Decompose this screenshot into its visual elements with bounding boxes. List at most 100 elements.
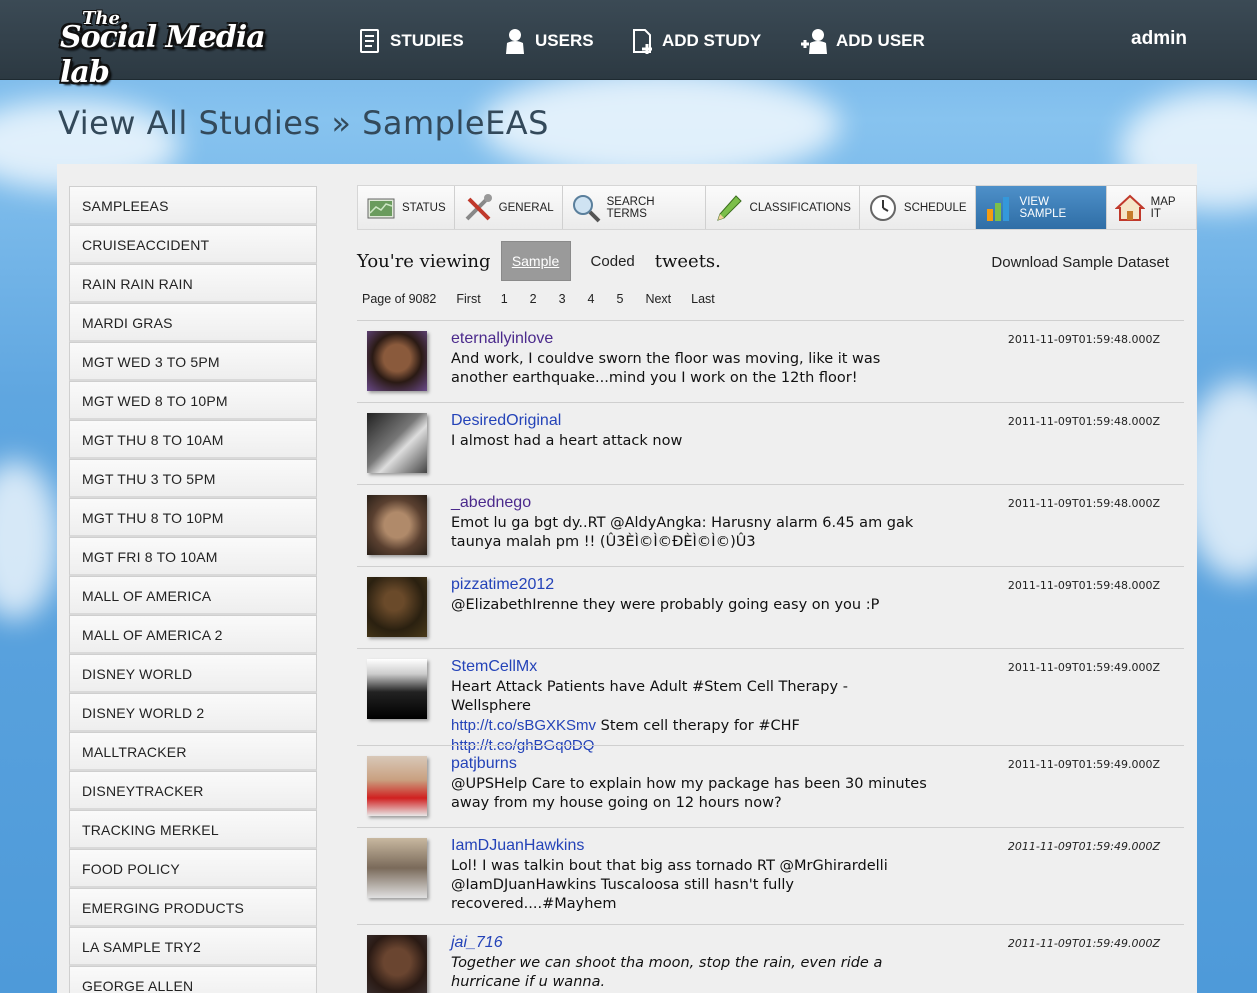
tweet-timestamp: 2011-11-09T01:59:48.000Z xyxy=(1007,415,1160,428)
add-user-icon xyxy=(801,29,827,54)
tweet-username[interactable]: DesiredOriginal xyxy=(451,412,561,430)
pager-first[interactable]: First xyxy=(456,292,480,306)
tweet-text-part: Stem cell therapy for #CHF xyxy=(596,718,800,734)
avatar[interactable] xyxy=(367,935,427,993)
avatar[interactable] xyxy=(367,331,427,391)
sidebar-item-mardi-gras[interactable]: MARDI GRAS xyxy=(69,303,317,342)
pager-last[interactable]: Last xyxy=(691,292,715,306)
tab-view-sample-label: VIEW SAMPLE xyxy=(1019,195,1067,220)
chart-icon xyxy=(367,198,395,218)
main-panel: SAMPLEEAS CRUISEACCIDENT RAIN RAIN RAIN … xyxy=(57,164,1197,993)
tab-view-sample[interactable]: VIEW SAMPLE xyxy=(975,186,1107,229)
tab-schedule[interactable]: SCHEDULE xyxy=(860,186,976,229)
sidebar-item-george-allen[interactable]: GEORGE ALLEN xyxy=(69,966,317,993)
sidebar-item-mgt-thu-3-to-5pm[interactable]: MGT THU 3 TO 5PM xyxy=(69,459,317,498)
avatar[interactable] xyxy=(367,659,427,719)
tweet-text: @UPSHelp Care to explain how my package … xyxy=(451,776,927,811)
sidebar-item-mgt-fri-8-to-10am[interactable]: MGT FRI 8 TO 10AM xyxy=(69,537,317,576)
tweet-link[interactable]: http://t.co/sBGXKSmv xyxy=(451,717,596,734)
pager-page-4[interactable]: 4 xyxy=(588,292,595,306)
sidebar-item-mgt-thu-8-to-10am[interactable]: MGT THU 8 TO 10AM xyxy=(69,420,317,459)
tweet-text: @ElizabethIrenne they were probably goin… xyxy=(451,597,880,613)
tab-classifications-label: CLASSIFICATIONS xyxy=(749,201,851,214)
tweet-username[interactable]: StemCellMx xyxy=(451,658,537,676)
tab-classifications[interactable]: CLASSIFICATIONS xyxy=(706,186,860,229)
tweet-timestamp: 2011-11-09T01:59:49.000Z xyxy=(1007,840,1160,853)
pager-page-5[interactable]: 5 xyxy=(617,292,624,306)
tweet-username[interactable]: pizzatime2012 xyxy=(451,576,554,594)
tweet-timestamp: 2011-11-09T01:59:49.000Z xyxy=(1007,758,1160,771)
tweet-text: And work, I couldve sworn the floor was … xyxy=(451,351,881,386)
tweet-username[interactable]: _abednego xyxy=(451,494,531,512)
sidebar-item-food-policy[interactable]: FOOD POLICY xyxy=(69,849,317,888)
pencil-icon xyxy=(716,194,742,221)
tweet-timestamp: 2011-11-09T01:59:49.000Z xyxy=(1007,937,1160,950)
sidebar-item-mall-of-america-2[interactable]: MALL OF AMERICA 2 xyxy=(69,615,317,654)
sidebar-item-disneytracker[interactable]: DISNEYTRACKER xyxy=(69,771,317,810)
magnifier-icon xyxy=(572,194,601,222)
tweet-timestamp: 2011-11-09T01:59:48.000Z xyxy=(1007,333,1160,346)
sidebar-item-cruiseaccident[interactable]: CRUISEACCIDENT xyxy=(69,225,317,264)
avatar[interactable] xyxy=(367,838,427,898)
avatar[interactable] xyxy=(367,495,427,555)
list-item: IamDJuanHawkins Lol! I was talkin bout t… xyxy=(357,827,1184,924)
user-icon xyxy=(506,29,524,54)
tab-general[interactable]: GENERAL xyxy=(455,186,563,229)
tab-status[interactable]: STATUS xyxy=(358,186,455,229)
nav-add-user-label: ADD USER xyxy=(836,31,925,50)
tweet-username[interactable]: jai_716 xyxy=(451,934,503,952)
nav-studies[interactable]: STUDIES xyxy=(358,26,464,56)
nav-users-label: USERS xyxy=(535,31,594,50)
pager-page-3[interactable]: 3 xyxy=(559,292,566,306)
sidebar-item-mgt-thu-8-to-10pm[interactable]: MGT THU 8 TO 10PM xyxy=(69,498,317,537)
tweet-username[interactable]: eternallyinlove xyxy=(451,330,553,348)
current-user-menu[interactable]: admin xyxy=(1131,28,1187,50)
nav-users[interactable]: USERS xyxy=(503,26,594,56)
sidebar-item-la-sample-try2[interactable]: LA SAMPLE TRY2 xyxy=(69,927,317,966)
logo-big-text: Social Media lab xyxy=(60,20,266,90)
toggle-sample[interactable]: Sample xyxy=(500,241,571,281)
tab-search-terms-label: SEARCH TERMS xyxy=(606,195,655,220)
avatar[interactable] xyxy=(367,756,427,816)
avatar[interactable] xyxy=(367,413,427,473)
sidebar-item-disney-world[interactable]: DISNEY WORLD xyxy=(69,654,317,693)
sidebar-item-disney-world-2[interactable]: DISNEY WORLD 2 xyxy=(69,693,317,732)
nav-add-user[interactable]: ADD USER xyxy=(800,26,925,56)
pager-page-2[interactable]: 2 xyxy=(530,292,537,306)
sidebar-item-malltracker[interactable]: MALLTRACKER xyxy=(69,732,317,771)
pagination: Page of 9082 First 1 2 3 4 5 Next Last xyxy=(362,292,735,306)
avatar[interactable] xyxy=(367,577,427,637)
nav-add-study[interactable]: ADD STUDY xyxy=(630,26,761,56)
nav-studies-label: STUDIES xyxy=(390,31,464,50)
tweet-username[interactable]: patjburns xyxy=(451,755,517,773)
breadcrumb[interactable]: View All Studies » SampleEAS xyxy=(58,104,549,142)
page-count: Page of 9082 xyxy=(362,292,437,306)
tab-map-it[interactable]: MAP IT xyxy=(1107,186,1196,229)
tools-icon xyxy=(465,193,492,220)
bar-chart-icon xyxy=(986,196,1009,221)
study-toolbar: STATUS GENERAL SEARCH TERMS CLASSIFICATI… xyxy=(357,185,1197,230)
sidebar-item-mgt-wed-8-to-10pm[interactable]: MGT WED 8 TO 10PM xyxy=(69,381,317,420)
sidebar-item-rain-rain-rain[interactable]: RAIN RAIN RAIN xyxy=(69,264,317,303)
tweet-list: eternallyinlove And work, I couldve swor… xyxy=(357,320,1184,993)
tweet-username[interactable]: IamDJuanHawkins xyxy=(451,837,584,855)
nav-add-study-label: ADD STUDY xyxy=(662,31,762,50)
tweet-timestamp: 2011-11-09T01:59:49.000Z xyxy=(1007,661,1160,674)
tab-search-terms[interactable]: SEARCH TERMS xyxy=(563,186,706,229)
sidebar-item-tracking-merkel[interactable]: TRACKING MERKEL xyxy=(69,810,317,849)
sidebar-item-mgt-wed-3-to-5pm[interactable]: MGT WED 3 TO 5PM xyxy=(69,342,317,381)
list-item: StemCellMx Heart Attack Patients have Ad… xyxy=(357,648,1184,754)
tab-general-label: GENERAL xyxy=(498,201,554,214)
list-item: eternallyinlove And work, I couldve swor… xyxy=(357,320,1184,402)
sidebar-item-sampleeas[interactable]: SAMPLEEAS xyxy=(69,186,317,225)
tab-map-it-label: MAP IT xyxy=(1150,195,1176,220)
sidebar-item-emerging-products[interactable]: EMERGING PRODUCTS xyxy=(69,888,317,927)
toggle-coded[interactable]: Coded xyxy=(591,253,635,270)
download-sample-dataset-link[interactable]: Download Sample Dataset xyxy=(991,254,1169,271)
sidebar-item-mall-of-america[interactable]: MALL OF AMERICA xyxy=(69,576,317,615)
tweet-timestamp: 2011-11-09T01:59:48.000Z xyxy=(1007,579,1160,592)
list-item: DesiredOriginal I almost had a heart att… xyxy=(357,402,1184,484)
pager-next[interactable]: Next xyxy=(645,292,671,306)
social-media-lab-logo[interactable]: The Social Media lab xyxy=(58,8,290,90)
pager-page-1[interactable]: 1 xyxy=(501,292,508,306)
